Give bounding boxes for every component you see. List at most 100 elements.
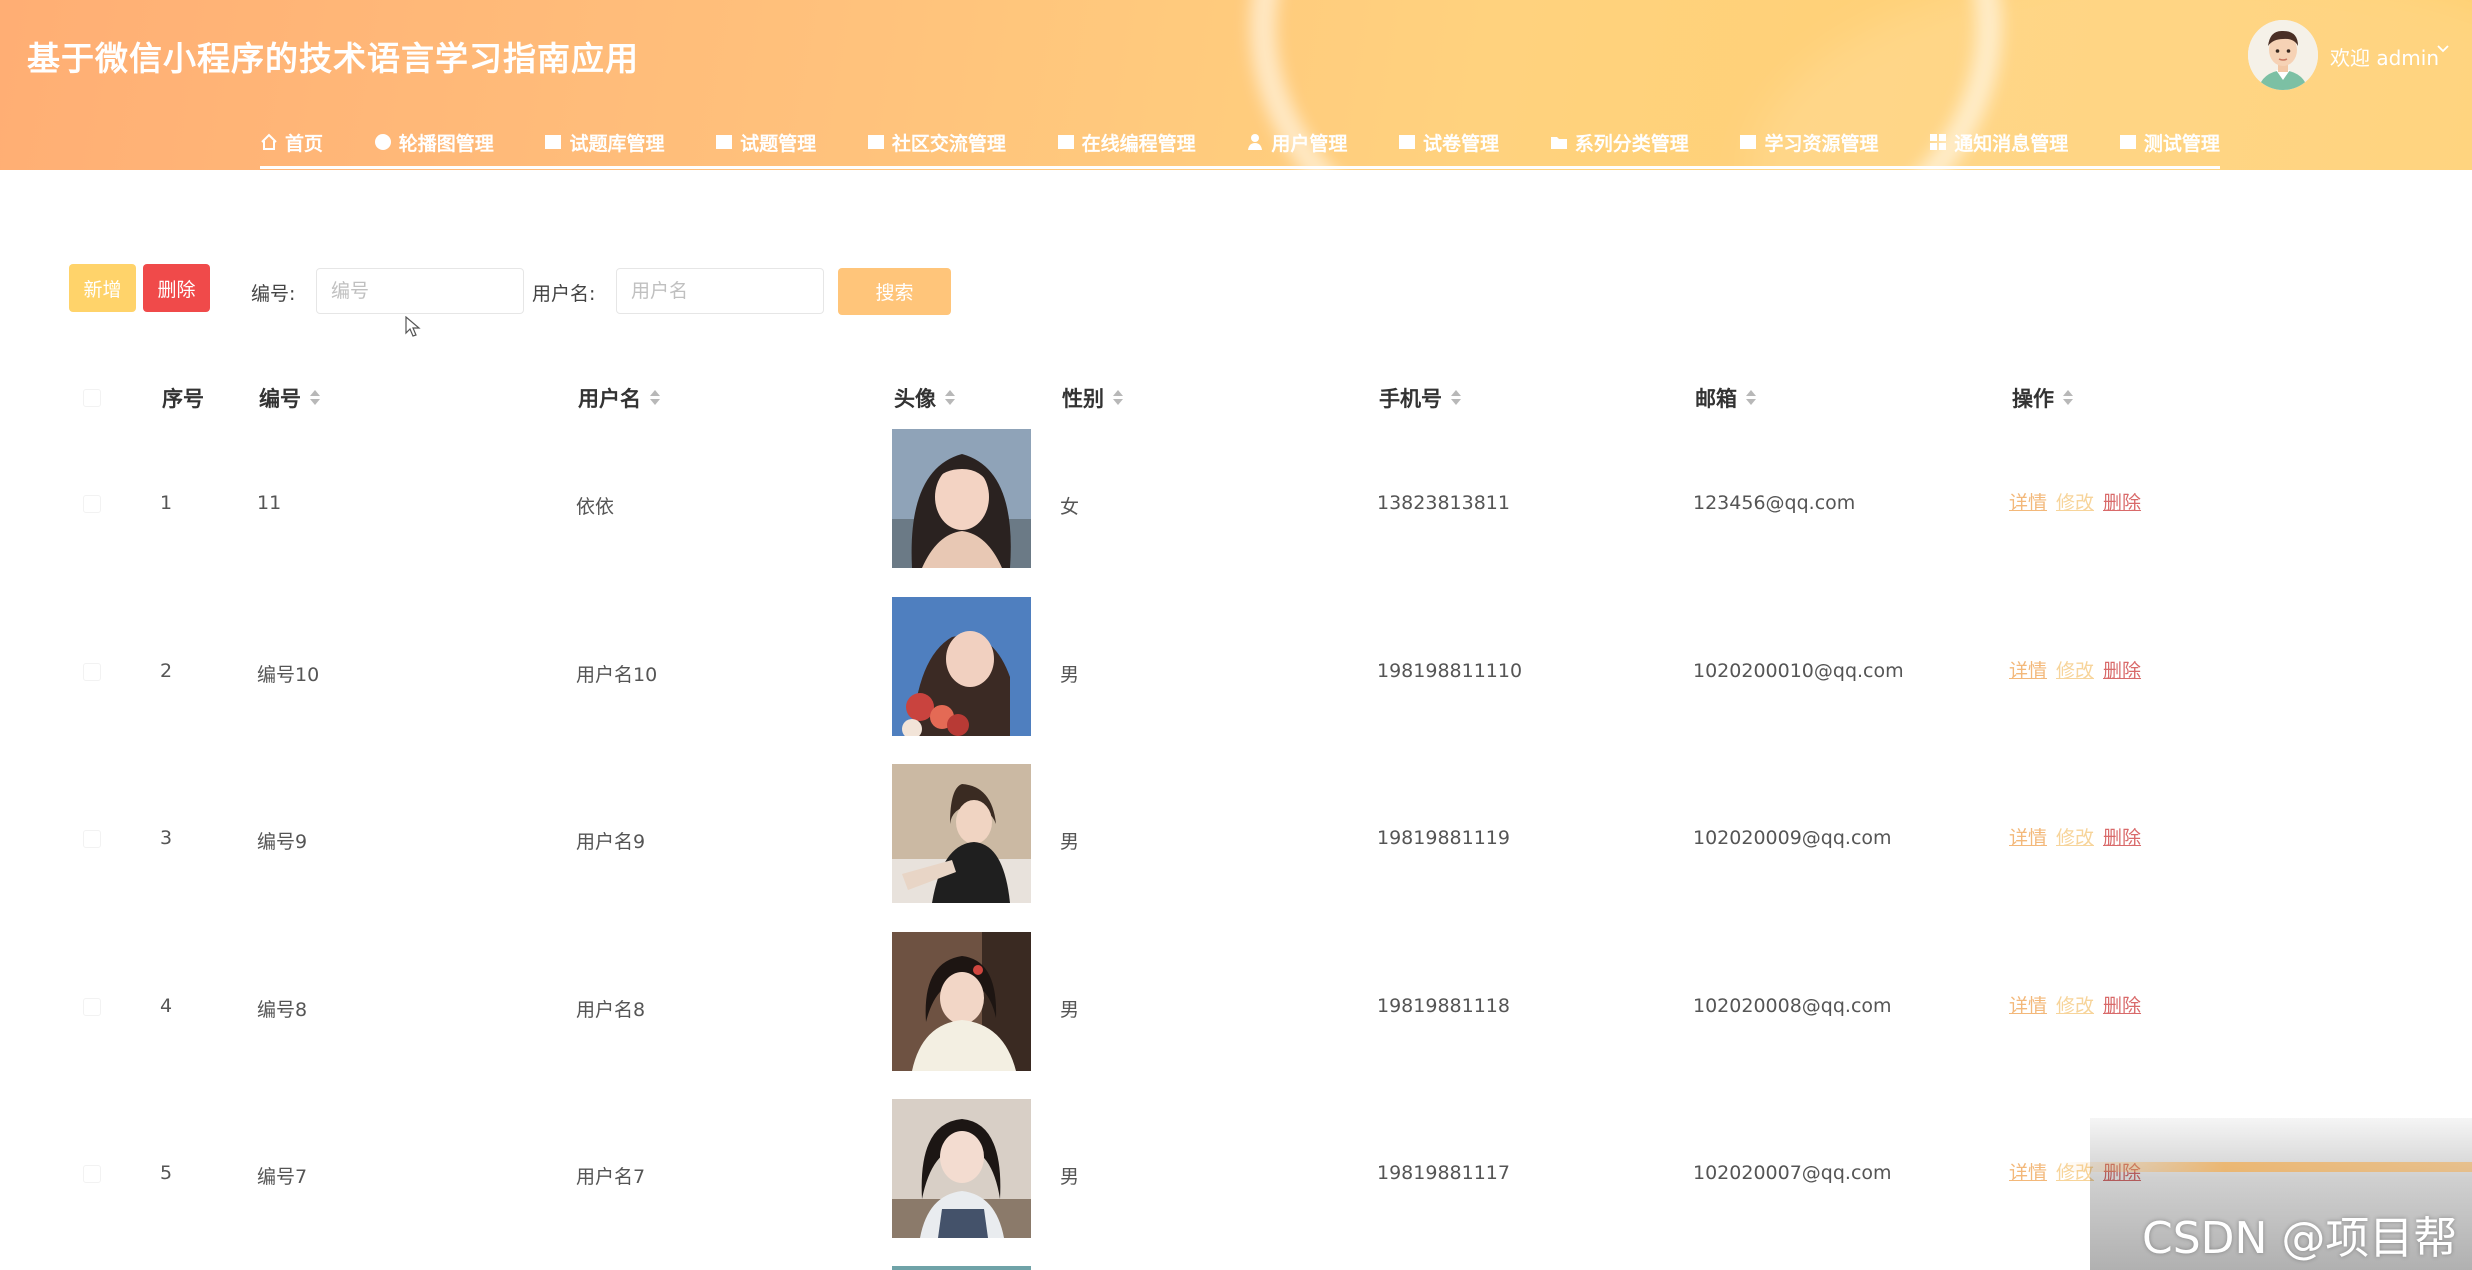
sort-icon[interactable] [944,389,956,407]
sort-icon[interactable] [2062,389,2074,407]
nav-item-resources[interactable]: 学习资源管理 [1739,129,1878,156]
nav-item-label: 社区交流管理 [891,132,1006,155]
cell-username: 依依 [576,496,615,518]
nav-item-tests[interactable]: 测试管理 [2119,129,2220,156]
nav-item-question-bank[interactable]: 试题库管理 [544,129,664,156]
id-search-input[interactable] [316,268,524,314]
column-header-username[interactable]: 用户名 [578,383,661,413]
nav-item-home[interactable]: 首页 [260,129,323,156]
avatar-image [892,932,1031,1071]
user-icon [1248,134,1263,150]
app-title: 基于微信小程序的技术语言学习指南应用 [27,39,639,78]
detail-link[interactable]: 详情 [2009,488,2047,515]
column-header-label: 操作 [2012,387,2054,411]
username-search-input[interactable] [616,268,824,314]
home-icon [261,133,277,150]
chevron-down-icon[interactable] [2436,44,2450,54]
column-header-actions[interactable]: 操作 [2012,383,2074,413]
user-avatar-photo[interactable] [892,429,1031,568]
avatar-image [892,429,1031,568]
sort-icon[interactable] [1112,389,1124,407]
user-avatar-photo[interactable] [892,764,1031,903]
sort-icon[interactable] [309,389,321,407]
cell-index: 2 [160,660,173,682]
delete-link[interactable]: 删除 [2103,488,2141,515]
delete-link[interactable]: 删除 [2103,656,2141,683]
cell-username: 用户名10 [576,664,658,686]
cell-id: 编号9 [257,831,308,853]
column-header-label: 邮箱 [1695,387,1737,411]
sort-icon[interactable] [1450,389,1462,407]
user-avatar-photo[interactable] [892,932,1031,1071]
row-checkbox[interactable] [83,663,101,681]
cell-username: 用户名7 [576,1166,646,1188]
search-button[interactable]: 搜索 [838,268,951,315]
nav-item-papers[interactable]: 试卷管理 [1398,129,1499,156]
select-all-checkbox[interactable] [83,389,101,407]
delete-link[interactable]: 删除 [2103,823,2141,850]
csdn-watermark: CSDN @项目帮 [2142,1213,2458,1264]
nav-item-label: 测试管理 [2143,132,2220,155]
list-icon [545,135,562,149]
detail-link[interactable]: 详情 [2009,991,2047,1018]
cell-phone: 198198811110 [1377,660,1523,682]
admin-avatar[interactable] [2248,20,2318,90]
cell-index: 1 [160,492,173,514]
list-icon [2119,135,2136,149]
nav-item-notifications[interactable]: 通知消息管理 [1929,129,2068,156]
nav-item-community[interactable]: 社区交流管理 [867,129,1006,156]
nav-item-questions[interactable]: 试题管理 [715,129,816,156]
folder-icon [1550,137,1567,149]
cell-id: 11 [257,492,282,514]
cell-id: 编号7 [257,1166,308,1188]
cell-email: 1020200010@qq.com [1693,660,1904,682]
row-checkbox[interactable] [83,495,101,513]
column-header-phone[interactable]: 手机号 [1379,383,1462,413]
id-filter-label: 编号: [251,283,296,305]
detail-link[interactable]: 详情 [2009,656,2047,683]
nav-item-label: 在线编程管理 [1081,132,1196,155]
column-header-avatar[interactable]: 头像 [894,383,956,413]
edit-link[interactable]: 修改 [2056,823,2094,850]
delete-link[interactable]: 删除 [2103,991,2141,1018]
row-checkbox[interactable] [83,830,101,848]
welcome-text[interactable]: 欢迎 admin [2330,42,2439,71]
add-button[interactable]: 新增 [69,264,136,312]
cell-phone: 19819881117 [1377,1162,1510,1184]
nav-item-online-coding[interactable]: 在线编程管理 [1057,129,1196,156]
edit-link[interactable]: 修改 [2056,991,2094,1018]
nav-item-users[interactable]: 用户管理 [1246,129,1347,156]
cell-email: 123456@qq.com [1693,492,1856,514]
nav-item-label: 通知消息管理 [1954,132,2069,155]
sort-icon[interactable] [1745,389,1757,407]
user-avatar-photo[interactable] [892,597,1031,736]
column-header-id[interactable]: 编号 [259,383,321,413]
row-checkbox[interactable] [83,998,101,1016]
sort-icon[interactable] [649,389,661,407]
next-row-avatar-edge [892,1266,1031,1270]
column-header-email[interactable]: 邮箱 [1695,383,1757,413]
column-header-label: 头像 [894,387,936,411]
column-header-gender[interactable]: 性别 [1062,383,1124,413]
column-header-label: 手机号 [1379,387,1442,411]
nav-item-label: 轮播图管理 [398,132,494,155]
cell-index: 4 [160,995,173,1017]
avatar-image [892,764,1031,903]
detail-link[interactable]: 详情 [2009,1158,2047,1185]
user-avatar-photo[interactable] [892,1099,1031,1238]
username-filter-label: 用户名: [532,283,596,305]
cell-gender: 男 [1060,831,1080,853]
edit-link[interactable]: 修改 [2056,488,2094,515]
nav-item-categories[interactable]: 系列分类管理 [1550,129,1689,156]
edit-link[interactable]: 修改 [2056,656,2094,683]
column-header-index: 序号 [162,383,204,413]
list-icon [1057,135,1074,149]
nav-item-carousel[interactable]: 轮播图管理 [374,129,494,156]
row-checkbox[interactable] [83,1165,101,1183]
app-header: 基于微信小程序的技术语言学习指南应用 欢迎 admin 首页 轮播图管理 试题库… [0,0,2472,170]
column-header-label: 用户名 [578,387,641,411]
cell-index: 5 [160,1162,173,1184]
avatar-image [892,597,1031,736]
bulk-delete-button[interactable]: 删除 [143,264,210,312]
detail-link[interactable]: 详情 [2009,823,2047,850]
